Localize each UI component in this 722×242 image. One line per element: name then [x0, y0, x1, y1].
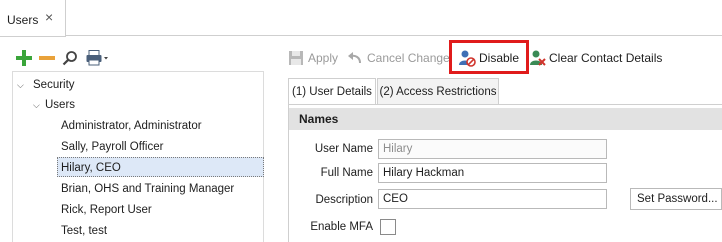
document-tab-label: Users [7, 13, 39, 27]
tree-item-user-selected[interactable]: Hilary, CEO [57, 157, 264, 177]
tree-item-label: Hilary, CEO [61, 162, 121, 174]
tab-access-restrictions[interactable]: (2) Access Restrictions [377, 78, 499, 105]
close-icon[interactable]: × [45, 10, 53, 24]
document-tab-users[interactable]: Users × [0, 0, 66, 37]
undo-icon [347, 50, 363, 66]
print-icon[interactable] [86, 50, 110, 66]
clear-contact-icon [529, 49, 547, 67]
add-user-icon[interactable] [16, 50, 32, 66]
user-name-field[interactable]: Hilary [378, 139, 607, 159]
tree-node-label: Security [33, 79, 75, 91]
clear-contact-details-button[interactable]: Clear Contact Details [549, 51, 662, 65]
tree-item-label: Rick, Report User [61, 204, 152, 216]
apply-button[interactable]: Apply [308, 51, 338, 65]
tab-user-details[interactable]: (1) User Details [288, 78, 376, 105]
tree-item-label: Sally, Payroll Officer [61, 141, 164, 153]
full-name-field[interactable]: Hilary Hackman [378, 163, 607, 183]
document-tab-strip [0, 0, 722, 36]
names-section-header: Names [289, 108, 722, 130]
cancel-changes-button[interactable]: Cancel Changes [367, 51, 456, 65]
set-password-button[interactable]: Set Password... [630, 188, 722, 210]
description-label: Description [315, 194, 373, 206]
user-name-label: User Name [314, 143, 373, 155]
chevron-down-icon[interactable]: ⌵ [33, 95, 40, 115]
tree-node-label: Users [45, 99, 76, 111]
disable-button[interactable]: Disable [479, 51, 519, 65]
remove-user-icon[interactable] [39, 56, 55, 60]
tree-item-label: Brian, OHS and Training Manager [61, 183, 235, 195]
description-field[interactable]: CEO [378, 189, 607, 209]
full-name-label: Full Name [320, 167, 373, 179]
chevron-down-icon[interactable]: ⌵ [17, 75, 24, 95]
tree-item-label: Test, test [61, 225, 108, 237]
search-icon[interactable] [62, 50, 78, 66]
tree-item-user[interactable]: Rick, Report User [61, 200, 152, 220]
enable-mfa-label: Enable MFA [310, 221, 373, 233]
enable-mfa-checkbox[interactable] [380, 219, 396, 235]
tree-item-label: Administrator, Administrator [61, 120, 202, 132]
user-tree: ⌵ Security ⌵ Users Administrator, Admini… [12, 71, 264, 242]
tree-item-user[interactable]: Sally, Payroll Officer [61, 137, 163, 157]
save-icon [288, 50, 304, 66]
tree-item-user[interactable]: Brian, OHS and Training Manager [61, 179, 234, 199]
tree-item-user[interactable]: Test, test [61, 221, 107, 241]
tree-item-user[interactable]: Administrator, Administrator [61, 116, 202, 136]
user-disable-icon [458, 49, 476, 67]
